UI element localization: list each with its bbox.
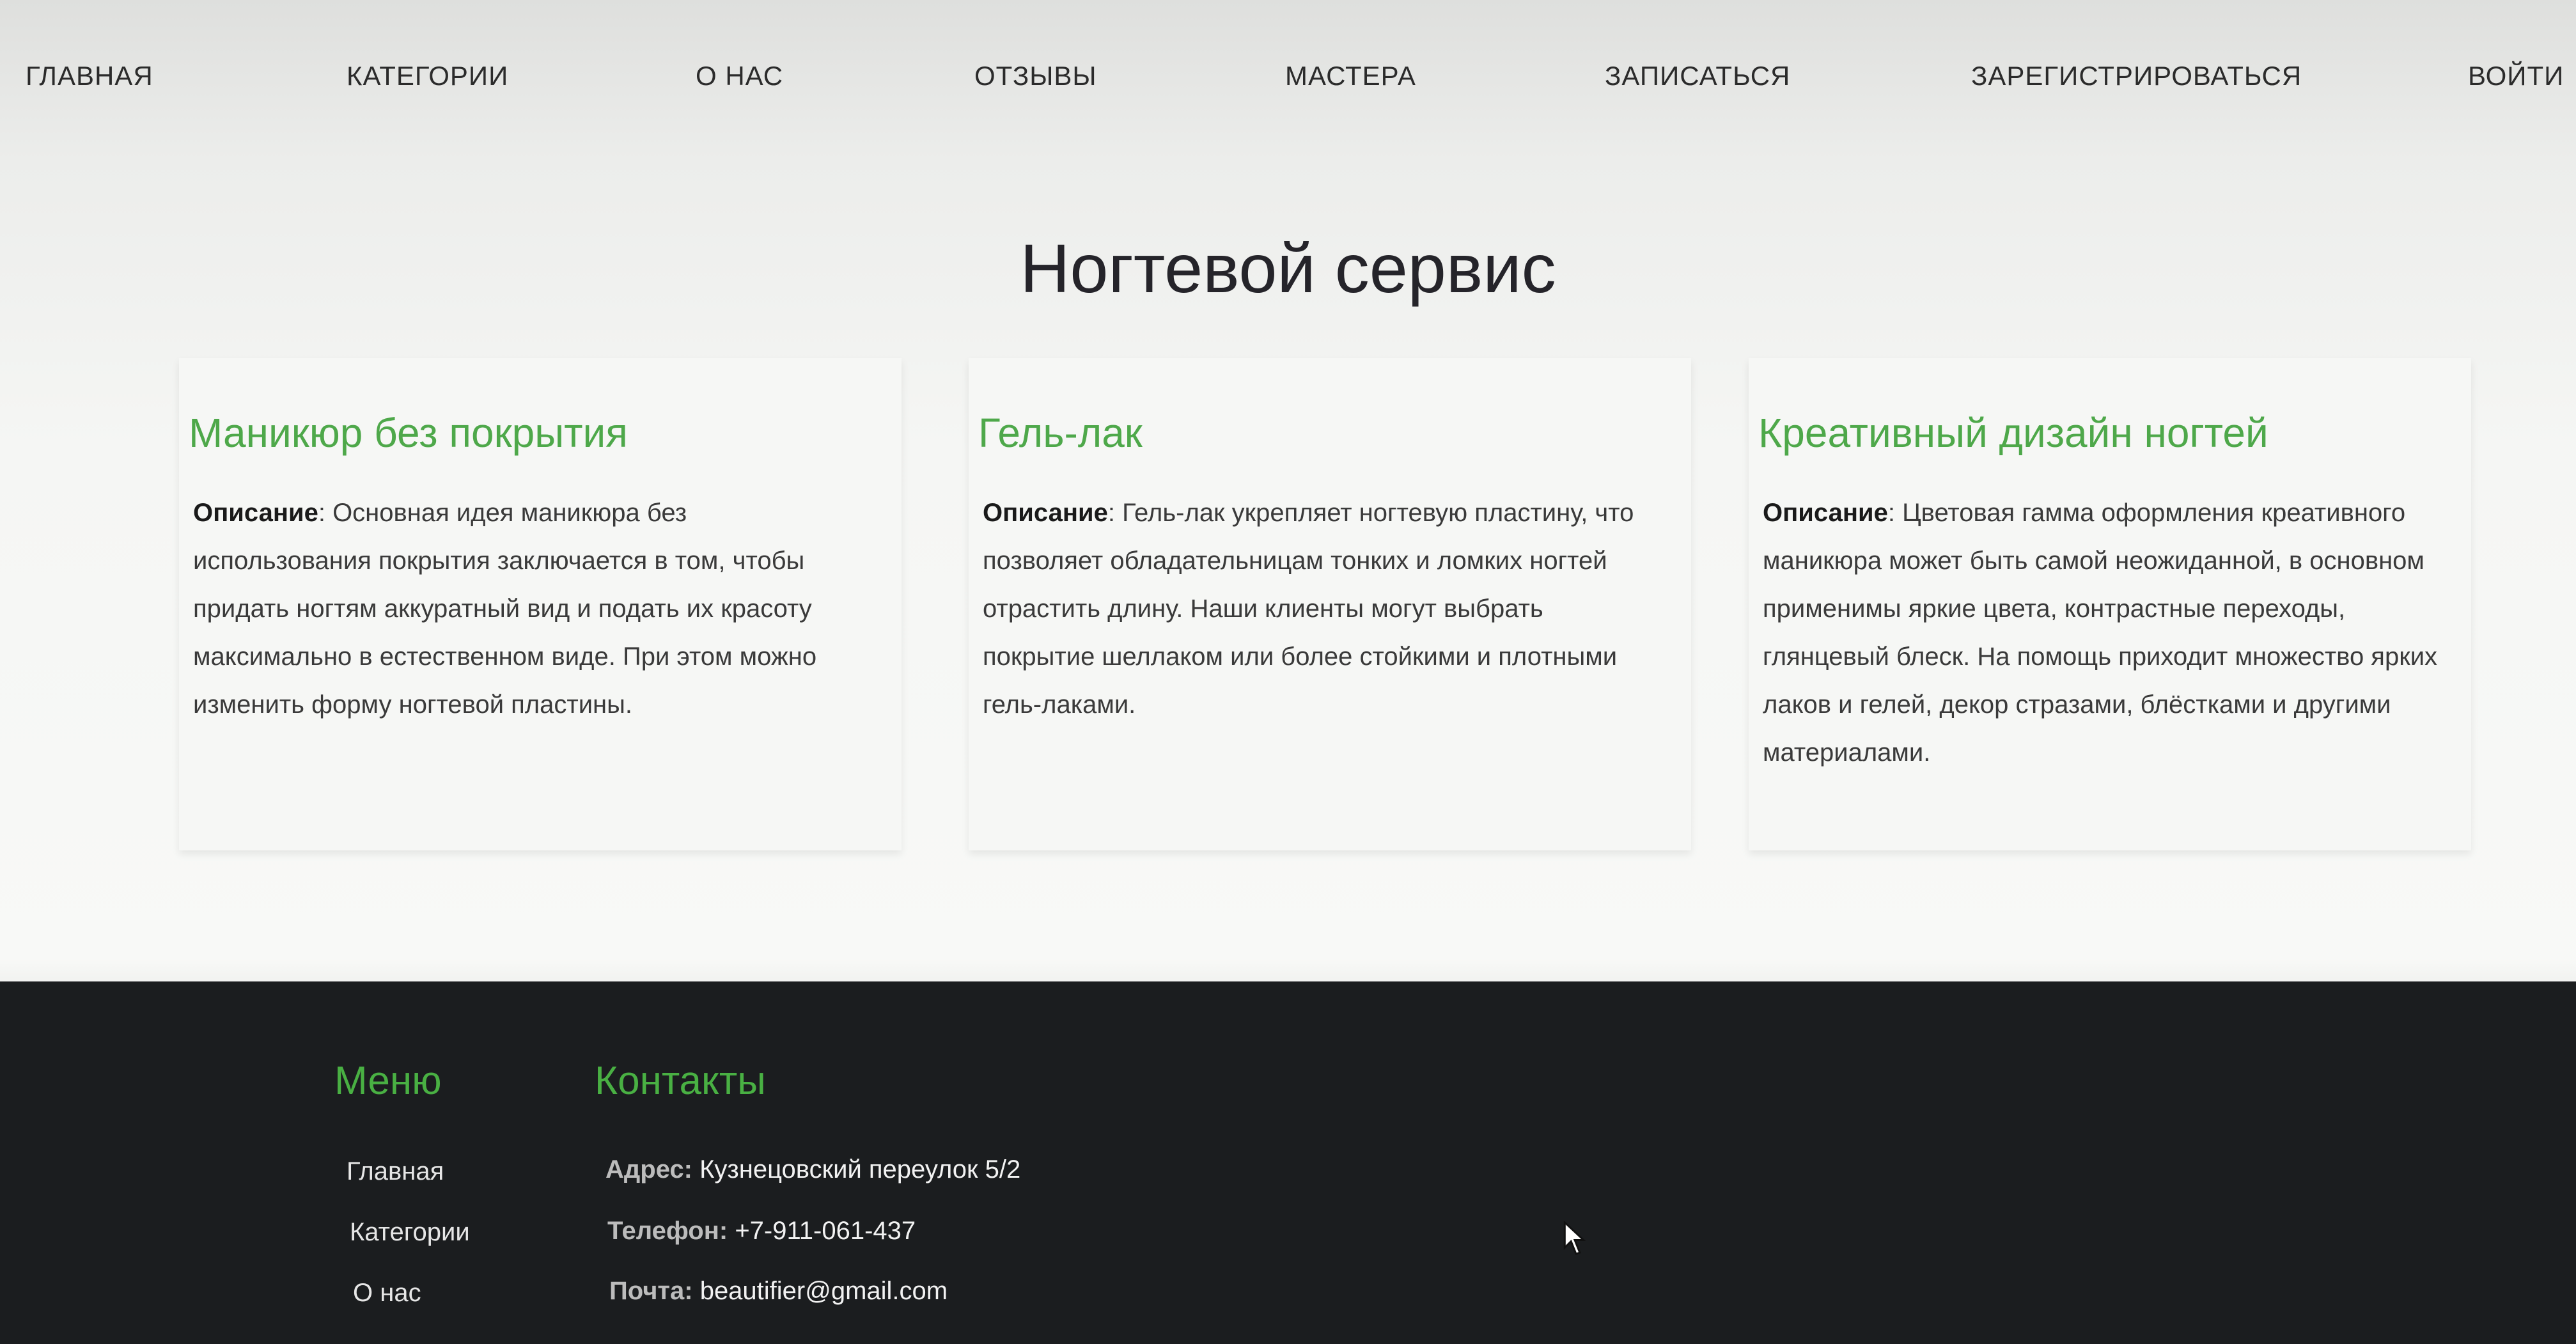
contact-phone-label: Телефон: <box>607 1217 728 1245</box>
footer-menu-heading: Меню <box>334 1059 442 1103</box>
contact-phone-value[interactable]: +7-911-061-437 <box>728 1217 916 1245</box>
nav-login[interactable]: ВОЙТИ <box>2468 61 2564 91</box>
card-title: Маникюр без покрытия <box>189 410 628 456</box>
nav-register[interactable]: ЗАРЕГИСТРИРОВАТЬСЯ <box>1971 61 2302 91</box>
card-desc-label: Описание <box>1763 499 1888 527</box>
nav-categories[interactable]: КАТЕГОРИИ <box>347 61 508 91</box>
footer-link-categories[interactable]: Категории <box>350 1218 470 1247</box>
card-desc-text: : Основная идея маникюра без использован… <box>193 499 817 719</box>
card-desc-label: Описание <box>193 499 318 527</box>
card-desc-label: Описание <box>983 499 1108 527</box>
top-navigation: ГЛАВНАЯ КАТЕГОРИИ О НАС ОТЗЫВЫ МАСТЕРА З… <box>0 61 2576 118</box>
footer-contacts-heading: Контакты <box>595 1059 766 1103</box>
contact-address-value: Кузнецовский переулок 5/2 <box>692 1155 1021 1184</box>
card-desc-text: : Цветовая гамма оформления креативного … <box>1763 499 2438 767</box>
footer-link-home[interactable]: Главная <box>347 1157 444 1186</box>
service-card: Гель-лак Описание: Гель-лак укрепляет но… <box>969 358 1691 850</box>
contact-email-label: Почта: <box>609 1277 693 1305</box>
card-title: Гель-лак <box>978 410 1143 456</box>
contact-phone: Телефон: +7-911-061-437 <box>607 1217 916 1246</box>
contact-address-label: Адрес: <box>605 1155 692 1184</box>
nav-reviews[interactable]: ОТЗЫВЫ <box>974 61 1097 91</box>
card-description: Описание: Цветовая гамма оформления креа… <box>1763 489 2440 777</box>
mouse-cursor-icon <box>1563 1221 1586 1255</box>
page: ГЛАВНАЯ КАТЕГОРИИ О НАС ОТЗЫВЫ МАСТЕРА З… <box>0 0 2576 1344</box>
card-description: Описание: Гель-лак укрепляет ногтевую пл… <box>983 489 1660 729</box>
page-title: Ногтевой сервис <box>1020 230 1556 308</box>
nav-masters[interactable]: МАСТЕРА <box>1285 61 1416 91</box>
footer-link-about[interactable]: О нас <box>353 1279 421 1308</box>
nav-book[interactable]: ЗАПИСАТЬСЯ <box>1605 61 1790 91</box>
card-description: Описание: Основная идея маникюра без исп… <box>193 489 871 729</box>
contact-email-value[interactable]: beautifier@gmail.com <box>693 1277 948 1305</box>
nav-home[interactable]: ГЛАВНАЯ <box>26 61 153 91</box>
contact-email: Почта: beautifier@gmail.com <box>609 1277 948 1306</box>
nav-about[interactable]: О НАС <box>696 61 783 91</box>
service-card: Креативный дизайн ногтей Описание: Цвето… <box>1749 358 2471 850</box>
service-card: Маникюр без покрытия Описание: Основная … <box>179 358 902 850</box>
card-title: Креативный дизайн ногтей <box>1758 410 2268 456</box>
contact-address: Адрес: Кузнецовский переулок 5/2 <box>605 1155 1020 1184</box>
footer: Меню Главная Категории О нас Контакты Ад… <box>0 981 2576 1344</box>
card-desc-text: : Гель-лак укрепляет ногтевую пластину, … <box>983 499 1634 719</box>
